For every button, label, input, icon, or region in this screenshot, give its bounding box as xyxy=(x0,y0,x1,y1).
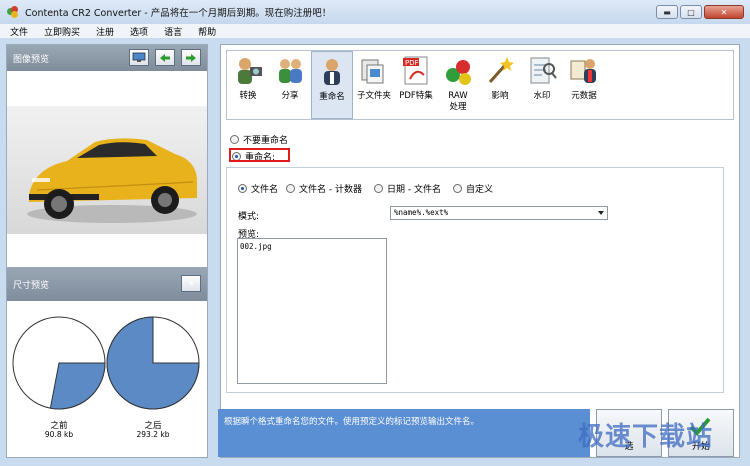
toolbar-folder-button[interactable]: 子文件夹 xyxy=(353,51,395,119)
minimize-button[interactable]: ▬ xyxy=(656,5,678,19)
option-custom[interactable]: 自定义 xyxy=(453,182,493,195)
toolbar-label: 影响 xyxy=(491,91,509,101)
window-title: Contenta CR2 Converter - 产品将在一个月期后到期。现在购… xyxy=(25,8,332,19)
watermark-text: 极速下载站 xyxy=(578,422,714,452)
toolbar-person-rename-button[interactable]: 重命名 xyxy=(311,51,353,119)
no-rename-radio[interactable] xyxy=(230,135,239,144)
metadata-person-icon xyxy=(569,55,599,85)
close-button[interactable]: ✕ xyxy=(704,5,744,19)
option-filename[interactable]: 文件名 xyxy=(238,182,278,195)
feature-toolbar: 转换 分享 重命名 子文件夹 PDF PDF特集 RAW 处理 影响 水印 元数据 xyxy=(226,50,734,120)
rename-highlight-box xyxy=(229,148,290,162)
raw-balls-icon xyxy=(443,55,473,85)
person-camera-icon xyxy=(233,55,263,85)
size-preview-title: 尺寸预览 xyxy=(13,280,50,291)
pause-button[interactable]: ⏸ xyxy=(181,275,201,292)
arrow-left-icon xyxy=(160,53,170,62)
date-filename-radio[interactable] xyxy=(374,184,383,193)
mode-value: %name%.%ext% xyxy=(394,208,449,217)
info-text: 根据瞬个格式重命名您的文件。使用预定义的标记预览输出文件名。 xyxy=(224,417,480,427)
toolbar-label: 重命名 xyxy=(319,92,345,102)
toolbar-label: 子文件夹 xyxy=(356,91,391,101)
image-preview-area xyxy=(7,71,207,267)
menu-file[interactable]: 文件 xyxy=(0,25,34,38)
image-preview-header: 图像预览 xyxy=(7,45,207,71)
size-preview-header: 尺寸预览 ⏸ xyxy=(7,267,207,301)
after-size: 293.2 kb xyxy=(136,430,170,439)
next-image-button[interactable] xyxy=(181,49,201,66)
chevron-down-icon xyxy=(598,211,604,215)
custom-label: 自定义 xyxy=(466,185,494,195)
before-size-slice xyxy=(49,362,106,410)
svg-text:PDF: PDF xyxy=(405,59,419,67)
toolbar-people-share-button[interactable]: 分享 xyxy=(269,51,311,119)
preview-filename: 002.jpg xyxy=(240,242,272,251)
no-rename-option[interactable]: 不要重命名 xyxy=(230,133,288,146)
people-share-icon xyxy=(275,55,305,85)
app-logo-icon xyxy=(7,6,19,18)
menu-options[interactable]: 选项 xyxy=(120,25,154,38)
menu-register[interactable]: 注册 xyxy=(86,25,120,38)
monitor-button[interactable] xyxy=(129,49,149,66)
toolbar-label: 水印 xyxy=(533,91,551,101)
menu-help[interactable]: 帮助 xyxy=(188,25,222,38)
toolbar-metadata-person-button[interactable]: 元数据 xyxy=(563,51,605,119)
toolbar-label: RAW 处理 xyxy=(448,91,468,112)
toolbar-watermark-button[interactable]: 水印 xyxy=(521,51,563,119)
maximize-button[interactable]: □ xyxy=(680,5,702,19)
no-rename-label: 不要重命名 xyxy=(243,136,289,146)
person-rename-icon xyxy=(317,56,347,86)
watermark-icon xyxy=(527,55,557,85)
arrow-right-icon xyxy=(186,53,196,62)
title-bar: Contenta CR2 Converter - 产品将在一个月期后到期。现在购… xyxy=(0,0,750,24)
monitor-icon xyxy=(132,52,146,62)
option-date-filename[interactable]: 日期 - 文件名 xyxy=(374,182,441,195)
option-filename-counter[interactable]: 文件名 - 计数器 xyxy=(286,182,362,195)
info-bar: 根据瞬个格式重命名您的文件。使用预定义的标记预览输出文件名。 xyxy=(218,409,590,457)
menu-bar: 文件 立即购买 注册 选项 语言 帮助 xyxy=(0,24,750,38)
toolbar-person-camera-button[interactable]: 转换 xyxy=(227,51,269,119)
toolbar-label: 转换 xyxy=(239,91,257,101)
filename-radio[interactable] xyxy=(238,184,247,193)
filename-preview-box: 002.jpg xyxy=(237,238,387,384)
toolbar-raw-balls-button[interactable]: RAW 处理 xyxy=(437,51,479,119)
filename-label: 文件名 xyxy=(251,185,279,195)
mode-select[interactable]: %name%.%ext% xyxy=(390,206,608,220)
custom-radio[interactable] xyxy=(453,184,462,193)
magic-wand-icon xyxy=(485,55,515,85)
previous-image-button[interactable] xyxy=(155,49,175,66)
toolbar-label: PDF特集 xyxy=(399,91,433,101)
car-image xyxy=(7,106,207,234)
image-preview-title: 图像预览 xyxy=(13,54,50,65)
pdf-icon: PDF xyxy=(401,55,431,85)
toolbar-pdf-button[interactable]: PDF PDF特集 xyxy=(395,51,437,119)
filename-counter-radio[interactable] xyxy=(286,184,295,193)
date-filename-label: 日期 - 文件名 xyxy=(387,185,441,195)
toolbar-label: 分享 xyxy=(281,91,299,101)
size-pie-area: 之前 90.8 kb 之后 293.2 kb xyxy=(7,301,207,455)
mode-label: 模式: xyxy=(238,212,260,222)
toolbar-magic-wand-button[interactable]: 影响 xyxy=(479,51,521,119)
left-panel: 图像预览 尺寸预览 ⏸ 之前 90.8 kb 之后 293.2 kb xyxy=(6,44,208,458)
filename-counter-label: 文件名 - 计数器 xyxy=(299,185,362,195)
before-size: 90.8 kb xyxy=(44,430,74,439)
toolbar-label: 元数据 xyxy=(571,91,597,101)
folder-icon xyxy=(359,55,389,85)
menu-language[interactable]: 语言 xyxy=(154,25,188,38)
menu-buy-now[interactable]: 立即购买 xyxy=(34,25,86,38)
